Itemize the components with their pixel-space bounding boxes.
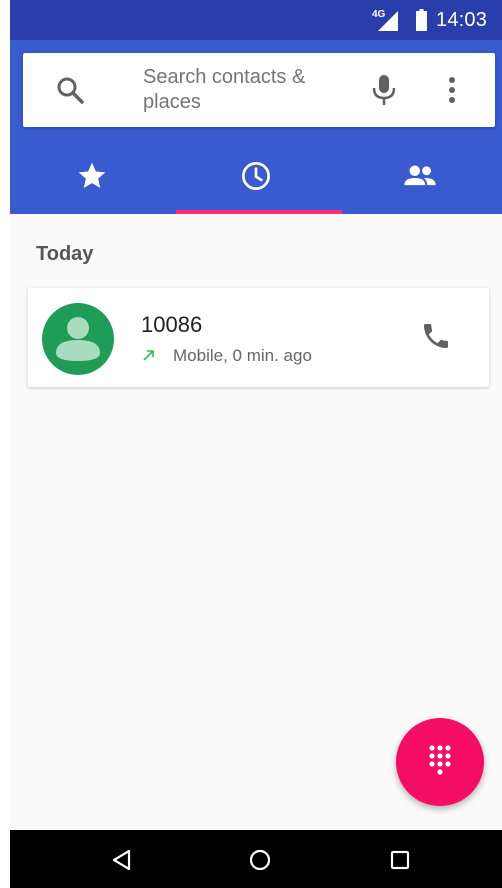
tab-speed-dial[interactable] xyxy=(10,140,174,214)
outgoing-call-icon xyxy=(143,350,154,361)
recents-icon[interactable] xyxy=(388,848,412,872)
call-log-item[interactable]: 10086 Mobile, 0 min. ago xyxy=(28,288,489,387)
tab-indicator xyxy=(176,210,342,214)
people-icon xyxy=(404,165,436,186)
status-bar: 4G 14:03 xyxy=(10,0,502,40)
mic-icon[interactable] xyxy=(369,73,399,107)
status-time: 14:03 xyxy=(436,9,488,31)
star-icon xyxy=(78,162,106,188)
dialpad-button[interactable] xyxy=(396,718,484,806)
search-icon[interactable] xyxy=(55,75,85,105)
dialer-screen: 4G 14:03 Search contacts & places Today … xyxy=(10,0,502,888)
tab-bar xyxy=(10,140,502,214)
person-icon xyxy=(56,317,100,361)
tab-contacts[interactable] xyxy=(338,140,502,214)
call-number: 10086 xyxy=(141,312,203,337)
phone-icon[interactable] xyxy=(420,320,452,352)
back-icon[interactable] xyxy=(110,848,134,872)
call-detail: Mobile, 0 min. ago xyxy=(173,346,312,365)
search-box[interactable]: Search contacts & places xyxy=(23,53,495,127)
navigation-bar xyxy=(10,830,502,888)
section-header: Today xyxy=(36,243,94,265)
app-bar: Search contacts & places xyxy=(10,40,502,214)
battery-icon xyxy=(416,9,427,31)
home-icon[interactable] xyxy=(248,848,272,872)
signal-icon xyxy=(378,11,398,31)
clock-icon xyxy=(242,162,270,190)
dialpad-icon xyxy=(429,745,451,775)
tab-recents[interactable] xyxy=(174,140,338,214)
avatar[interactable] xyxy=(42,303,114,375)
search-input[interactable]: Search contacts & places xyxy=(143,65,353,115)
more-options-icon[interactable] xyxy=(447,75,457,105)
